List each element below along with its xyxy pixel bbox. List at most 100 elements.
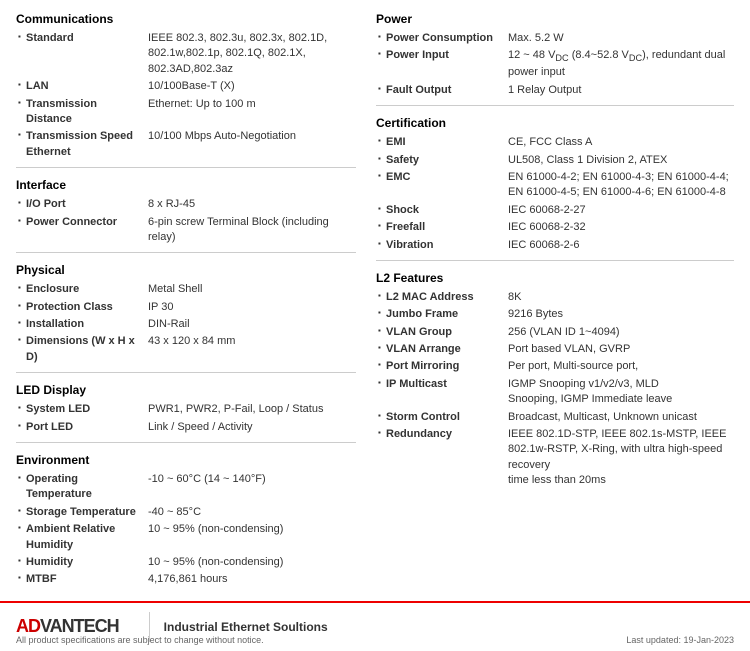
table-row: Standard IEEE 802.3, 802.3u, 802.3x, 802… [16, 30, 356, 78]
spec-label: Protection Class [16, 299, 146, 316]
environment-table: Operating Temperature -10 ~ 60°C (14 ~ 1… [16, 471, 356, 589]
spec-label: LAN [16, 78, 146, 95]
spec-value: 9216 Bytes [506, 306, 734, 323]
table-row: Transmission Speed Ethernet 10/100 Mbps … [16, 128, 356, 161]
power-title: Power [376, 12, 734, 26]
spec-label: Vibration [376, 237, 506, 254]
spec-value: Broadcast, Multicast, Unknown unicast [506, 409, 734, 426]
spec-value: Per port, Multi-source port, [506, 358, 734, 375]
spec-label: Safety [376, 152, 506, 169]
spec-label: L2 MAC Address [376, 289, 506, 306]
table-row: Redundancy IEEE 802.1D-STP, IEEE 802.1s-… [376, 426, 734, 490]
footer: ADVANTECH Industrial Ethernet Soultions … [0, 601, 750, 651]
spec-value: IGMP Snooping v1/v2/v3, MLDSnooping, IGM… [506, 376, 734, 409]
spec-label: Port Mirroring [376, 358, 506, 375]
table-row: I/O Port 8 x RJ-45 [16, 196, 356, 213]
l2-table: L2 MAC Address 8K Jumbo Frame 9216 Bytes… [376, 289, 734, 490]
table-row: Jumbo Frame 9216 Bytes [376, 306, 734, 323]
led-title: LED Display [16, 383, 356, 397]
spec-value: Metal Shell [146, 281, 356, 298]
physical-title: Physical [16, 263, 356, 277]
table-row: Humidity 10 ~ 95% (non-condensing) [16, 554, 356, 571]
spec-label: Jumbo Frame [376, 306, 506, 323]
table-row: Installation DIN-Rail [16, 316, 356, 333]
spec-value: 10/100Base-T (X) [146, 78, 356, 95]
communications-title: Communications [16, 12, 356, 26]
led-table: System LED PWR1, PWR2, P-Fail, Loop / St… [16, 401, 356, 436]
spec-value: IEEE 802.1D-STP, IEEE 802.1s-MSTP, IEEE8… [506, 426, 734, 490]
spec-value: 8K [506, 289, 734, 306]
spec-label: Dimensions (W x H x D) [16, 333, 146, 366]
spec-value: PWR1, PWR2, P-Fail, Loop / Status [146, 401, 356, 418]
spec-value: 10/100 Mbps Auto-Negotiation [146, 128, 356, 161]
spec-value: Link / Speed / Activity [146, 419, 356, 436]
environment-title: Environment [16, 453, 356, 467]
spec-label: Transmission Distance [16, 96, 146, 129]
table-row: Protection Class IP 30 [16, 299, 356, 316]
spec-value: EN 61000-4-2; EN 61000-4-3; EN 61000-4-4… [506, 169, 734, 202]
table-row: Port Mirroring Per port, Multi-source po… [376, 358, 734, 375]
spec-value: Max. 5.2 W [506, 30, 734, 47]
spec-label: EMC [376, 169, 506, 202]
physical-table: Enclosure Metal Shell Protection Class I… [16, 281, 356, 366]
spec-value: Ethernet: Up to 100 m [146, 96, 356, 129]
right-column: Power Power Consumption Max. 5.2 W Power… [376, 12, 734, 591]
interface-table: I/O Port 8 x RJ-45 Power Connector 6-pin… [16, 196, 356, 246]
spec-value: 10 ~ 95% (non-condensing) [146, 521, 356, 554]
table-row: LAN 10/100Base-T (X) [16, 78, 356, 95]
spec-label: Port LED [16, 419, 146, 436]
spec-value: 1 Relay Output [506, 82, 734, 99]
spec-label: Ambient Relative Humidity [16, 521, 146, 554]
spec-value: IEEE 802.3, 802.3u, 802.3x, 802.1D,802.1… [146, 30, 356, 78]
table-row: L2 MAC Address 8K [376, 289, 734, 306]
table-row: System LED PWR1, PWR2, P-Fail, Loop / St… [16, 401, 356, 418]
table-row: EMI CE, FCC Class A [376, 134, 734, 151]
table-row: Power Consumption Max. 5.2 W [376, 30, 734, 47]
table-row: Fault Output 1 Relay Output [376, 82, 734, 99]
spec-label: Power Connector [16, 214, 146, 247]
table-row: Enclosure Metal Shell [16, 281, 356, 298]
table-row: EMC EN 61000-4-2; EN 61000-4-3; EN 61000… [376, 169, 734, 202]
spec-label: Freefall [376, 219, 506, 236]
spec-label: Humidity [16, 554, 146, 571]
table-row: Power Input 12 ~ 48 VDC (8.4~52.8 VDC), … [376, 47, 734, 81]
spec-label: Storm Control [376, 409, 506, 426]
spec-value: IP 30 [146, 299, 356, 316]
spec-label: Shock [376, 202, 506, 219]
spec-label: I/O Port [16, 196, 146, 213]
table-row: Power Connector 6-pin screw Terminal Blo… [16, 214, 356, 247]
spec-value: CE, FCC Class A [506, 134, 734, 151]
spec-label: Transmission Speed Ethernet [16, 128, 146, 161]
table-row: MTBF 4,176,861 hours [16, 571, 356, 588]
table-row: Freefall IEC 60068-2-32 [376, 219, 734, 236]
spec-label: IP Multicast [376, 376, 506, 409]
spec-label: Redundancy [376, 426, 506, 490]
certification-table: EMI CE, FCC Class A Safety UL508, Class … [376, 134, 734, 254]
spec-value: IEC 60068-2-6 [506, 237, 734, 254]
spec-label: Enclosure [16, 281, 146, 298]
table-row: Operating Temperature -10 ~ 60°C (14 ~ 1… [16, 471, 356, 504]
spec-value: 256 (VLAN ID 1~4094) [506, 324, 734, 341]
spec-label: Standard [16, 30, 146, 78]
spec-label: MTBF [16, 571, 146, 588]
table-row: Storage Temperature -40 ~ 85°C [16, 504, 356, 521]
spec-label: VLAN Group [376, 324, 506, 341]
certification-title: Certification [376, 116, 734, 130]
table-row: Ambient Relative Humidity 10 ~ 95% (non-… [16, 521, 356, 554]
spec-label: Installation [16, 316, 146, 333]
spec-value: UL508, Class 1 Division 2, ATEX [506, 152, 734, 169]
spec-label: VLAN Arrange [376, 341, 506, 358]
spec-label: Fault Output [376, 82, 506, 99]
spec-value: 6-pin screw Terminal Block (including re… [146, 214, 356, 247]
l2-title: L2 Features [376, 271, 734, 285]
communications-table: Standard IEEE 802.3, 802.3u, 802.3x, 802… [16, 30, 356, 161]
spec-value: IEC 60068-2-32 [506, 219, 734, 236]
spec-value: -40 ~ 85°C [146, 504, 356, 521]
footer-note: All product specifications are subject t… [16, 635, 264, 645]
spec-value: IEC 60068-2-27 [506, 202, 734, 219]
table-row: Shock IEC 60068-2-27 [376, 202, 734, 219]
table-row: Storm Control Broadcast, Multicast, Unkn… [376, 409, 734, 426]
spec-value: -10 ~ 60°C (14 ~ 140°F) [146, 471, 356, 504]
footer-tagline: Industrial Ethernet Soultions [164, 620, 328, 634]
table-row: IP Multicast IGMP Snooping v1/v2/v3, MLD… [376, 376, 734, 409]
